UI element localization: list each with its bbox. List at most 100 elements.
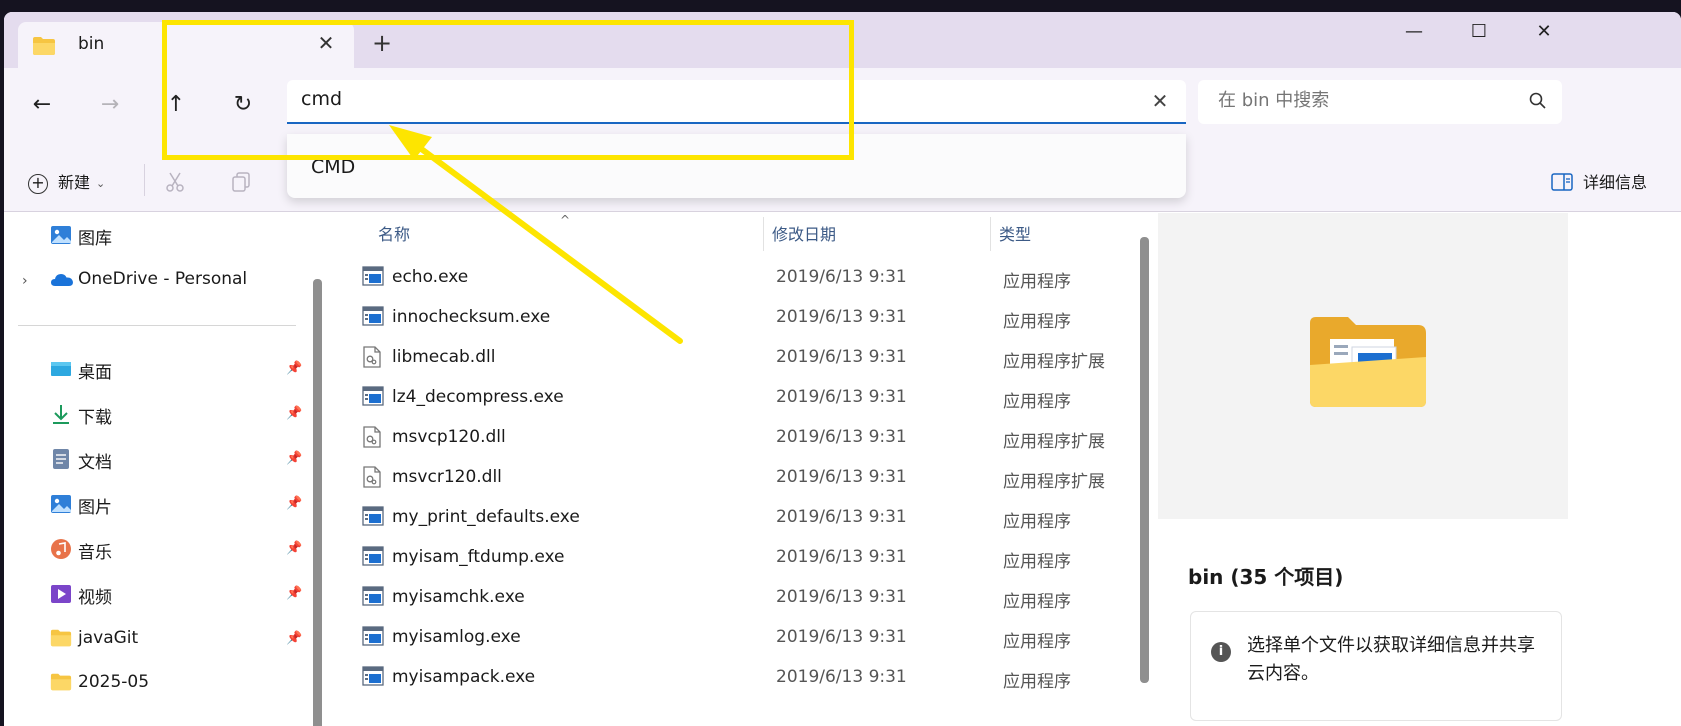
- exe-file-icon: [362, 386, 384, 410]
- exe-file-icon: [362, 666, 384, 690]
- file-type: 应用程序扩展: [1003, 352, 1105, 372]
- music-icon: [50, 538, 72, 560]
- sidebar-item-pictures[interactable]: 图片 📌: [48, 490, 308, 520]
- file-date: 2019/6/13 9:31: [776, 427, 907, 447]
- close-window-button[interactable]: ✕: [1524, 18, 1564, 48]
- file-row[interactable]: my_print_defaults.exe 2019/6/13 9:31 应用程序: [362, 497, 1142, 537]
- pin-icon[interactable]: 📌: [286, 406, 302, 421]
- sidebar-item-onedrive[interactable]: OneDrive - Personal: [48, 266, 308, 296]
- pin-icon[interactable]: 📌: [286, 631, 302, 646]
- onedrive-icon: [50, 269, 73, 291]
- document-icon: [50, 448, 72, 470]
- file-row[interactable]: msvcp120.dll 2019/6/13 9:31 应用程序扩展: [362, 417, 1142, 457]
- sidebar-item-downloads[interactable]: 下载 📌: [48, 400, 308, 430]
- search-box[interactable]: [1198, 80, 1562, 124]
- chevron-right-icon[interactable]: ›: [22, 273, 28, 289]
- minimize-button[interactable]: —: [1394, 18, 1434, 48]
- file-date: 2019/6/13 9:31: [776, 627, 907, 647]
- pin-icon[interactable]: 📌: [286, 496, 302, 511]
- copy-icon[interactable]: [230, 171, 252, 197]
- dll-file-icon: [362, 346, 382, 372]
- file-row[interactable]: msvcr120.dll 2019/6/13 9:31 应用程序扩展: [362, 457, 1142, 497]
- maximize-button[interactable]: ☐: [1459, 18, 1499, 48]
- gallery-icon: [50, 224, 72, 246]
- exe-file-icon: [362, 586, 384, 610]
- sidebar-item-videos[interactable]: 视频 📌: [48, 580, 308, 610]
- folder-icon: [50, 628, 72, 650]
- column-divider[interactable]: [990, 217, 991, 251]
- column-header-name[interactable]: 名称: [378, 221, 410, 245]
- cut-icon[interactable]: [164, 171, 186, 197]
- file-name: innochecksum.exe: [392, 307, 551, 327]
- sidebar-scrollbar[interactable]: [313, 279, 322, 726]
- pin-icon[interactable]: 📌: [286, 586, 302, 601]
- details-pane: bin (35 个项目) i 选择单个文件以获取详细信息并共享云内容。: [1158, 213, 1681, 726]
- file-date: 2019/6/13 9:31: [776, 307, 907, 327]
- folder-icon: [32, 36, 56, 60]
- details-button-label: 详细信息: [1582, 173, 1647, 192]
- file-row[interactable]: innochecksum.exe 2019/6/13 9:31 应用程序: [362, 297, 1142, 337]
- file-row[interactable]: lz4_decompress.exe 2019/6/13 9:31 应用程序: [362, 377, 1142, 417]
- file-date: 2019/6/13 9:31: [776, 507, 907, 527]
- dll-file-icon: [362, 426, 382, 452]
- back-button[interactable]: ←: [22, 86, 62, 126]
- file-list-scrollbar[interactable]: [1140, 237, 1149, 683]
- large-folder-icon: [1308, 313, 1428, 413]
- file-type: 应用程序: [1003, 592, 1071, 612]
- file-row[interactable]: myisampack.exe 2019/6/13 9:31 应用程序: [362, 657, 1142, 697]
- forward-button[interactable]: →: [90, 86, 130, 126]
- file-date: 2019/6/13 9:31: [776, 387, 907, 407]
- info-text: 选择单个文件以获取详细信息并共享云内容。: [1247, 635, 1535, 684]
- column-header-type[interactable]: 类型: [999, 221, 1031, 245]
- sidebar-item-music[interactable]: 音乐 📌: [48, 535, 308, 565]
- file-type: 应用程序: [1003, 392, 1071, 412]
- file-row[interactable]: myisam_ftdump.exe 2019/6/13 9:31 应用程序: [362, 537, 1142, 577]
- tab-title: bin: [78, 34, 105, 54]
- column-divider[interactable]: [763, 217, 764, 251]
- file-type: 应用程序: [1003, 672, 1071, 692]
- clear-address-icon[interactable]: ✕: [1148, 89, 1172, 113]
- file-name: lz4_decompress.exe: [392, 387, 564, 407]
- file-row[interactable]: myisamchk.exe 2019/6/13 9:31 应用程序: [362, 577, 1142, 617]
- file-name: echo.exe: [392, 267, 469, 287]
- column-header-date[interactable]: 修改日期: [772, 221, 836, 245]
- file-date: 2019/6/13 9:31: [776, 667, 907, 687]
- file-type: 应用程序扩展: [1003, 432, 1105, 452]
- file-row[interactable]: echo.exe 2019/6/13 9:31 应用程序: [362, 257, 1142, 297]
- pin-icon[interactable]: 📌: [286, 361, 302, 376]
- file-row[interactable]: libmecab.dll 2019/6/13 9:31 应用程序扩展: [362, 337, 1142, 377]
- file-type: 应用程序: [1003, 312, 1071, 332]
- file-name: my_print_defaults.exe: [392, 507, 580, 527]
- info-icon: i: [1211, 642, 1231, 662]
- details-title: bin (35 个项目): [1188, 565, 1344, 589]
- plus-icon: +: [28, 173, 48, 194]
- details-button[interactable]: 详细信息: [1551, 169, 1647, 195]
- file-name: myisamchk.exe: [392, 587, 525, 607]
- sidebar-item-javagit[interactable]: javaGit 📌: [48, 625, 308, 655]
- sidebar-item-2025-05[interactable]: 2025-05: [48, 669, 308, 699]
- exe-file-icon: [362, 306, 384, 330]
- sidebar-item-desktop[interactable]: 桌面 📌: [48, 355, 308, 385]
- file-type: 应用程序: [1003, 632, 1071, 652]
- file-date: 2019/6/13 9:31: [776, 467, 907, 487]
- sidebar-divider: [18, 325, 296, 326]
- file-name: msvcp120.dll: [392, 427, 506, 447]
- file-date: 2019/6/13 9:31: [776, 267, 907, 287]
- dll-file-icon: [362, 466, 382, 492]
- file-row[interactable]: myisamlog.exe 2019/6/13 9:31 应用程序: [362, 617, 1142, 657]
- sidebar-item-documents[interactable]: 文档 📌: [48, 445, 308, 475]
- sidebar-item-gallery[interactable]: 图库: [48, 221, 308, 251]
- exe-file-icon: [362, 546, 384, 570]
- sort-ascending-icon: ^: [560, 213, 571, 227]
- search-input[interactable]: [1218, 90, 1498, 111]
- new-button[interactable]: + 新建 ⌄: [28, 169, 105, 194]
- pin-icon[interactable]: 📌: [286, 451, 302, 466]
- search-icon[interactable]: [1528, 91, 1548, 115]
- file-type: 应用程序: [1003, 552, 1071, 572]
- navigation-pane: 图库 › OneDrive - Personal 桌面 📌 下载 📌 文档 📌 …: [4, 213, 328, 726]
- file-name: myisamlog.exe: [392, 627, 521, 647]
- pin-icon[interactable]: 📌: [286, 541, 302, 556]
- file-name: myisampack.exe: [392, 667, 536, 687]
- annotation-highlight-box: [162, 20, 854, 160]
- file-name: msvcr120.dll: [392, 467, 502, 487]
